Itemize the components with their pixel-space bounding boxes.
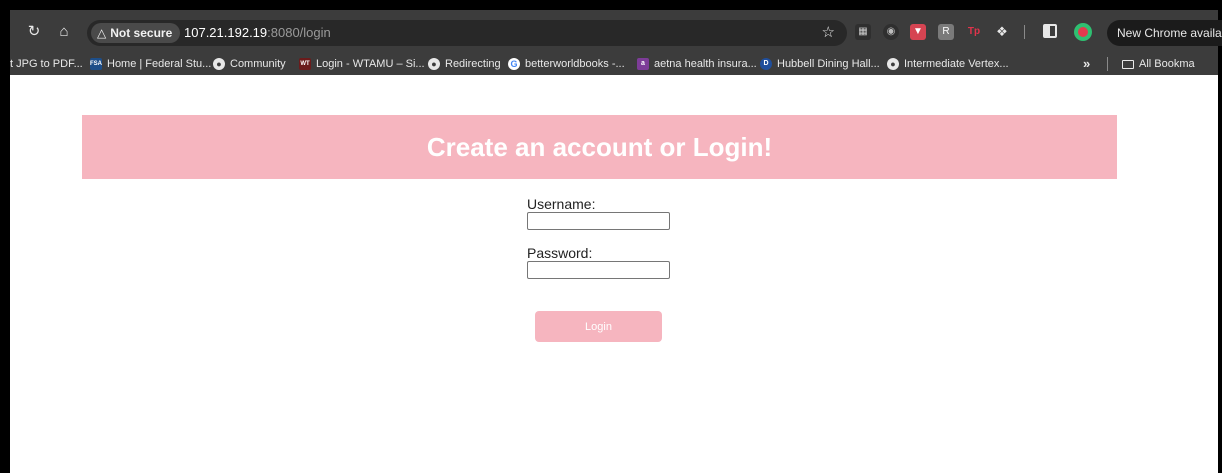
extension-shield-icon[interactable]: ◉ (883, 24, 899, 40)
password-label: Password: (527, 245, 593, 261)
all-bookmarks-button[interactable]: All Bookma (1122, 53, 1195, 75)
bookmark-label: Hubbell Dining Hall... (777, 58, 880, 70)
extension-r-icon[interactable]: R (938, 24, 954, 40)
bookmark-label: betterworldbooks -... (525, 58, 625, 70)
toolbar-separator (1024, 25, 1025, 39)
screen-border-top (0, 0, 1222, 10)
bookmark-item[interactable]: WT Login - WTAMU – Si... (299, 53, 425, 75)
screen-border-left (0, 0, 10, 473)
extension-pocket-icon[interactable]: ▼ (910, 24, 926, 40)
bookmark-label: Login - WTAMU – Si... (316, 58, 425, 70)
bookmark-label: Home | Federal Stu... (107, 58, 212, 70)
url-path: :8080/login (267, 25, 331, 40)
password-input[interactable] (527, 261, 670, 279)
screen-border-right (1218, 0, 1222, 473)
extensions-puzzle-icon[interactable]: ❖ (994, 24, 1010, 40)
extension-translate-icon[interactable]: ▦ (855, 24, 871, 40)
security-chip[interactable]: △ Not secure (91, 23, 181, 43)
page-content: Create an account or Login! Username: Pa… (10, 75, 1218, 473)
bookmarks-bar: t JPG to PDF... FSA Home | Federal Stu..… (10, 53, 1218, 75)
fsa-icon: FSA (90, 58, 102, 70)
google-icon: G (508, 58, 520, 70)
globe-icon: ● (428, 58, 440, 70)
home-icon[interactable]: ⌂ (54, 22, 74, 42)
bookmark-label: Intermediate Vertex... (904, 58, 1009, 70)
globe-icon: ● (887, 58, 899, 70)
bookmark-item[interactable]: D Hubbell Dining Hall... (760, 53, 880, 75)
globe-icon: ● (213, 58, 225, 70)
bookmark-item[interactable]: a aetna health insura... (637, 53, 757, 75)
address-bar[interactable]: △ Not secure 107.21.192.19:8080/login ☆ (87, 20, 847, 46)
username-label: Username: (527, 196, 596, 212)
bookmark-item[interactable]: t JPG to PDF... (10, 53, 83, 75)
extension-tp-icon[interactable]: Tp (966, 24, 982, 40)
warning-triangle-icon: △ (97, 26, 107, 40)
bookmark-label: Community (230, 58, 286, 70)
url-text[interactable]: 107.21.192.19:8080/login (184, 20, 331, 46)
login-button[interactable]: Login (535, 311, 662, 342)
bookmark-star-icon[interactable]: ☆ (822, 20, 835, 46)
bookmark-item[interactable]: ● Redirecting (428, 53, 501, 75)
header-banner: Create an account or Login! (82, 115, 1117, 179)
bookmark-item[interactable]: FSA Home | Federal Stu... (90, 53, 211, 75)
bookmark-item[interactable]: ● Intermediate Vertex... (887, 53, 1009, 75)
bookmarks-separator (1107, 57, 1108, 71)
dining-d-icon: D (760, 58, 772, 70)
bookmark-label: Redirecting (445, 58, 501, 70)
bookmark-label: aetna health insura... (654, 58, 757, 70)
side-panel-icon[interactable] (1043, 24, 1057, 38)
aetna-icon: a (637, 58, 649, 70)
chrome-update-button[interactable]: New Chrome available (1107, 20, 1222, 46)
folder-icon (1122, 59, 1134, 69)
all-bookmarks-label: All Bookma (1139, 58, 1195, 70)
more-bookmarks-chevron-icon[interactable]: » (1083, 53, 1090, 75)
profile-avatar[interactable] (1074, 23, 1092, 41)
page-title: Create an account or Login! (426, 131, 773, 162)
security-chip-label: Not secure (110, 26, 173, 40)
browser-toolbar: ↻ ⌂ △ Not secure 107.21.192.19:8080/logi… (10, 10, 1222, 53)
wtamu-icon: WT (299, 58, 311, 70)
reload-icon[interactable]: ↻ (24, 22, 44, 42)
username-input[interactable] (527, 212, 670, 230)
bookmark-label: t JPG to PDF... (10, 58, 83, 70)
bookmark-item[interactable]: ● Community (213, 53, 286, 75)
url-host: 107.21.192.19 (184, 25, 268, 40)
bookmark-item[interactable]: G betterworldbooks -... (508, 53, 625, 75)
